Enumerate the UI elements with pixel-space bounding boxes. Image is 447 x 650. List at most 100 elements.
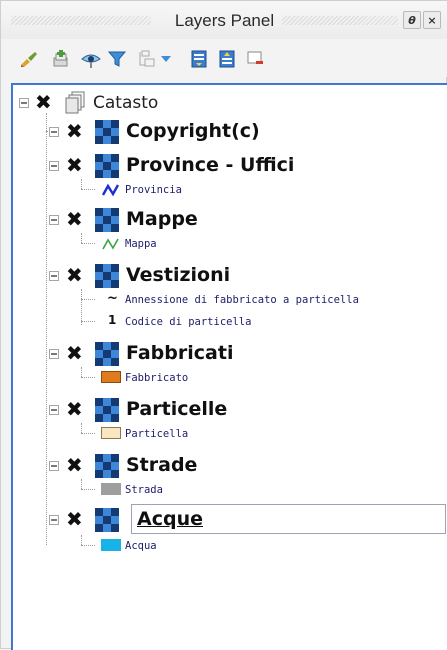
raster-icon-cell [103, 128, 111, 136]
legend-item: 1 Codice di particella [13, 311, 443, 333]
raster-icon-cell [95, 398, 103, 406]
close-button[interactable]: × [423, 11, 441, 29]
layer-visibility-checkbox[interactable]: ✖ [66, 209, 83, 229]
layer-row[interactable]: ✖ Strade [13, 451, 433, 481]
layer-row[interactable]: ✖ Mappe [13, 205, 433, 235]
layer-visibility-checkbox[interactable]: ✖ [66, 455, 83, 475]
layer-visibility-checkbox[interactable]: ✖ [66, 343, 83, 363]
raster-icon-cell [103, 508, 111, 516]
layer-visibility-checkbox[interactable]: ✖ [66, 509, 83, 529]
raster-icon-cell [95, 208, 103, 216]
tree-group-catasto[interactable]: ✖ Catasto [13, 89, 433, 119]
layer-visibility-checkbox[interactable]: ✖ [66, 155, 83, 175]
raster-icon-cell [95, 342, 103, 350]
raster-layer-icon [95, 508, 119, 532]
raster-icon-cell [103, 170, 111, 178]
raster-icon-cell [111, 224, 119, 232]
raster-icon-cell [111, 406, 119, 414]
raster-icon-cell [103, 208, 111, 216]
legend-label: Strada [125, 484, 163, 496]
layer-visibility-checkbox[interactable]: ✖ [66, 399, 83, 419]
visibility-eye-icon[interactable] [81, 49, 101, 69]
filter-legend-icon[interactable] [137, 49, 157, 69]
layer-tree[interactable]: ✖ Catasto ✖ Copyright(c) ✖ Province - Uf… [11, 83, 447, 650]
layer-name: Copyright(c) [126, 120, 260, 142]
raster-icon-cell [103, 462, 111, 470]
layer-name: Vestizioni [126, 264, 231, 286]
raster-layer-icon [95, 120, 119, 144]
layers-panel: Layers Panel θ × ✖ Catasto ✖ Copyright(c… [0, 0, 447, 650]
legend-label: Codice di particella [125, 316, 252, 328]
add-group-icon[interactable] [51, 49, 71, 69]
raster-icon-cell [95, 516, 103, 524]
layer-row[interactable]: ✖ Fabbricati [13, 339, 433, 369]
collapse-toggle[interactable] [49, 349, 59, 359]
remove-layer-icon[interactable] [245, 49, 265, 69]
layer-name: Mappe [126, 208, 198, 230]
collapse-toggle[interactable] [49, 215, 59, 225]
panel-titlebar[interactable]: Layers Panel θ × [1, 1, 447, 39]
raster-icon-cell [95, 264, 103, 272]
raster-icon-cell [103, 406, 111, 414]
raster-icon-cell [103, 516, 111, 524]
tree-guide [81, 489, 95, 490]
float-button[interactable]: θ [403, 11, 421, 29]
raster-icon-cell [95, 470, 103, 478]
collapse-toggle[interactable] [49, 461, 59, 471]
collapse-toggle[interactable] [49, 515, 59, 525]
raster-layer-icon [95, 398, 119, 422]
layer-row[interactable]: ✖ Particelle [13, 395, 433, 425]
layer-visibility-checkbox[interactable]: ✖ [66, 265, 83, 285]
legend-label: Acqua [125, 540, 157, 552]
collapse-toggle[interactable] [49, 405, 59, 415]
raster-icon-cell [95, 136, 103, 144]
raster-icon-cell [111, 454, 119, 462]
legend-item: ~ Annessione di fabbricato a particella [13, 289, 443, 325]
raster-icon-cell [95, 120, 103, 128]
group-visibility-checkbox[interactable]: ✖ [35, 92, 52, 112]
raster-icon-cell [95, 508, 103, 516]
tree-guide [81, 179, 82, 189]
raster-icon-cell [111, 398, 119, 406]
tree-guide [81, 479, 82, 489]
collapse-toggle[interactable] [49, 161, 59, 171]
layer-name: Province - Uffici [126, 154, 295, 176]
layer-name-editing[interactable]: Acque [137, 507, 203, 531]
layer-visibility-checkbox[interactable]: ✖ [66, 121, 83, 141]
raster-icon-cell [111, 508, 119, 516]
layer-row[interactable]: ✖ Province - Uffici [13, 151, 433, 181]
layer-row-selected[interactable]: ✖ Acque [13, 505, 433, 535]
raster-icon-cell [103, 524, 111, 532]
paint-brush-icon[interactable] [19, 49, 39, 69]
layer-row[interactable]: ✖ Vestizioni [13, 261, 433, 291]
tree-guide [81, 377, 95, 378]
raster-icon-cell [103, 264, 111, 272]
filter-icon[interactable] [107, 49, 127, 69]
layer-row[interactable]: ✖ Copyright(c) [13, 117, 433, 147]
raster-icon-cell [103, 280, 111, 288]
expand-all-icon[interactable] [189, 49, 209, 69]
raster-icon-cell [103, 224, 111, 232]
raster-icon-cell [111, 208, 119, 216]
raster-icon-cell [111, 170, 119, 178]
tree-guide [81, 433, 95, 434]
legend-item: Acqua [13, 535, 433, 557]
raster-icon-cell [103, 272, 111, 280]
raster-icon-cell [111, 216, 119, 224]
legend-label: Fabbricato [125, 372, 189, 384]
collapse-toggle[interactable] [19, 98, 29, 108]
raster-icon-cell [103, 454, 111, 462]
collapse-toggle[interactable] [49, 271, 59, 281]
raster-icon-cell [95, 272, 103, 280]
expand-toggle[interactable] [49, 127, 59, 137]
raster-icon-cell [111, 264, 119, 272]
tilde-symbol-icon: ~ [107, 291, 118, 306]
legend-item: Strada [13, 479, 433, 501]
filter-dropdown-icon[interactable] [159, 49, 173, 69]
layer-name: Strade [126, 454, 198, 476]
line-symbol-icon [101, 236, 121, 255]
raster-layer-icon [95, 264, 119, 288]
collapse-all-icon[interactable] [217, 49, 237, 69]
raster-icon-cell [103, 398, 111, 406]
raster-icon-cell [111, 120, 119, 128]
